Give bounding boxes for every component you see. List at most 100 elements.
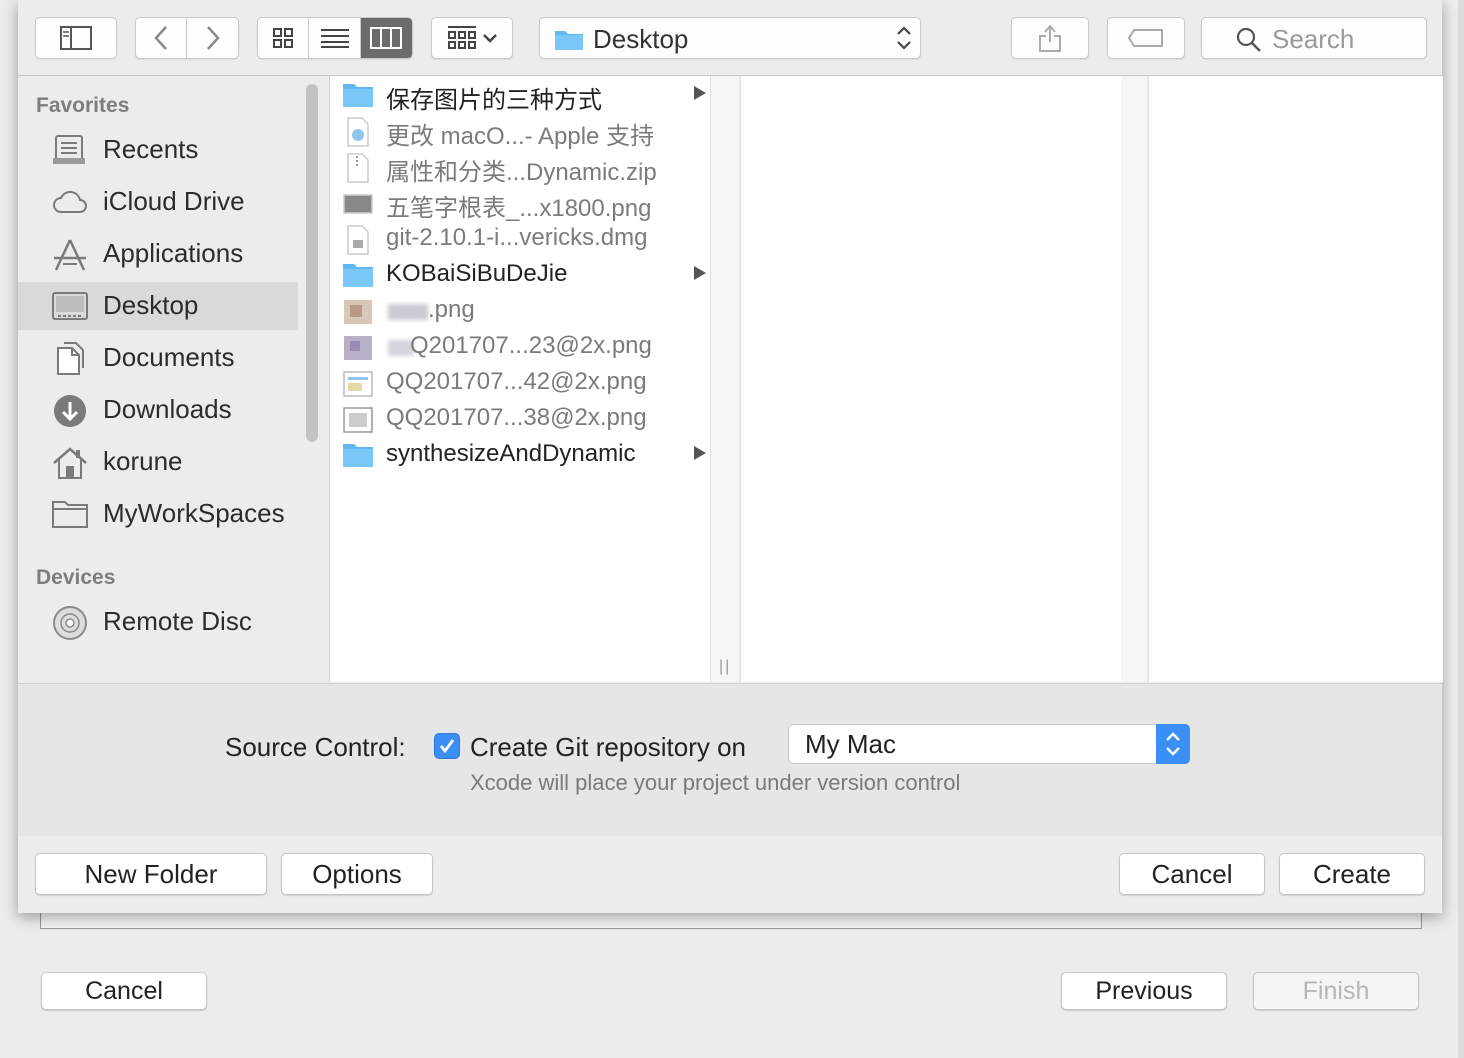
sidebar-item-recents[interactable]: Recents [18,126,298,174]
sidebar-item-desktop[interactable]: Desktop [18,282,298,330]
file-name: KOBaiSiBuDeJie [386,260,568,287]
cloud-icon [52,186,88,218]
desktop-icon [52,290,88,322]
git-location-value: My Mac [805,729,896,759]
list-item[interactable]: KOBaiSiBuDeJie [330,258,710,294]
group-by-button[interactable] [431,17,513,59]
recents-icon [52,134,88,166]
file-name: .png [428,296,475,323]
sidebar-item-applications[interactable]: Applications [18,230,298,278]
create-git-label[interactable]: Create Git repository on [470,732,746,763]
sidebar-item-documents[interactable]: Documents [18,334,298,382]
column-grip-icon[interactable]: || [719,658,731,676]
sidebar-item-label: Downloads [103,394,232,424]
sidebar-item-remote-disc[interactable]: Remote Disc [18,598,298,646]
favorites-heading: Favorites [36,94,130,117]
image-file-icon [342,405,374,435]
tag-button[interactable] [1107,17,1185,59]
sidebar-item-label: MyWorkSpaces [103,498,285,528]
downloads-icon [52,394,88,427]
file-column-2 [740,76,1122,682]
view-mode-control [257,17,413,59]
list-item[interactable]: Q201707...23@2x.png [330,330,710,366]
list-view-button[interactable] [309,18,361,58]
search-field[interactable]: Search [1201,17,1427,59]
list-item[interactable]: synthesizeAndDynamic [330,438,710,474]
column-resize-divider[interactable] [711,76,739,682]
list-item[interactable]: QQ201707...42@2x.png [330,366,710,402]
sidebar-item-label: Recents [103,134,199,164]
file-name: Q201707...23@2x.png [410,332,652,359]
sidebar-toggle-icon [60,26,92,50]
checkmark-icon [439,739,455,754]
image-file-icon [342,189,374,219]
sidebar-item-icloud-drive[interactable]: iCloud Drive [18,178,298,226]
desktop-folder-icon [554,27,584,51]
redacted-area [388,304,428,320]
back-icon [154,25,168,51]
column-view-button[interactable] [360,18,412,58]
sidebar-scrollbar[interactable] [306,84,318,442]
list-item[interactable]: QQ201707...38@2x.png [330,402,710,438]
list-item[interactable]: 属性和分类...Dynamic.zip [330,150,710,186]
forward-button[interactable] [187,18,238,58]
wizard-cancel-button[interactable]: Cancel [41,972,207,1010]
disc-icon [52,606,88,640]
home-icon [52,446,88,479]
column-resize-divider[interactable] [1121,76,1147,682]
new-folder-button[interactable]: New Folder [35,853,267,895]
back-forward-control [135,17,239,59]
file-name: 保存图片的三种方式 [386,87,602,114]
sheet-footer: New Folder Options Cancel Create [18,836,1442,913]
search-placeholder: Search [1272,24,1355,54]
source-control-panel: Source Control: Create Git repository on… [18,683,1442,836]
file-name: QQ201707...38@2x.png [386,404,647,431]
options-button[interactable]: Options [281,853,433,895]
git-location-popup[interactable]: My Mac [788,724,1190,764]
disclosure-arrow-icon [694,86,706,100]
tag-icon [1128,29,1164,47]
sidebar-item-downloads[interactable]: Downloads [18,386,298,434]
dmg-file-icon [342,225,374,255]
sidebar-item-myworkspaces[interactable]: MyWorkSpaces [18,490,298,538]
list-item[interactable]: 五笔字根表_...x1800.png [330,186,710,222]
file-name: 属性和分类...Dynamic.zip [386,159,657,186]
wizard-previous-button[interactable]: Previous [1061,972,1227,1010]
icon-view-button[interactable] [258,18,310,58]
folder-icon [342,81,374,111]
list-item[interactable]: .png [330,294,710,330]
sidebar-item-label: Documents [103,342,235,372]
search-icon [1236,27,1262,53]
sidebar-item-label: iCloud Drive [103,186,245,216]
sidebar-item-label: Remote Disc [103,606,252,636]
list-item[interactable]: 保存图片的三种方式 [330,78,710,114]
popup-stepper[interactable] [1156,724,1190,764]
window-edge [1458,0,1464,1058]
group-icon [446,25,498,51]
create-button[interactable]: Create [1279,853,1425,895]
chevron-updown-icon [896,24,912,52]
file-name: 五笔字根表_...x1800.png [386,195,652,222]
disclosure-arrow-icon [694,446,706,460]
sidebar-item-korune[interactable]: korune [18,438,298,486]
file-name: synthesizeAndDynamic [386,440,636,467]
sidebar-item-label: Desktop [103,290,199,320]
create-git-checkbox[interactable] [434,733,460,759]
source-control-label: Source Control: [225,732,406,762]
cancel-button[interactable]: Cancel [1119,853,1265,895]
list-item[interactable]: git-2.10.1-i...vericks.dmg [330,222,710,258]
location-popup[interactable]: Desktop [539,17,921,59]
share-button[interactable] [1011,17,1089,59]
applications-icon [52,238,88,271]
location-label: Desktop [593,24,689,54]
list-view-icon [320,28,349,48]
image-file-icon [342,333,374,363]
icon-view-icon [273,28,294,48]
folder-icon [342,261,374,291]
back-button[interactable] [136,18,188,58]
folder-icon [342,441,374,471]
source-control-hint: Xcode will place your project under vers… [470,770,961,795]
sidebar-toggle-button[interactable] [35,17,117,59]
list-item[interactable]: 更改 macO...- Apple 支持 [330,114,710,150]
file-column-3 [1148,76,1443,682]
